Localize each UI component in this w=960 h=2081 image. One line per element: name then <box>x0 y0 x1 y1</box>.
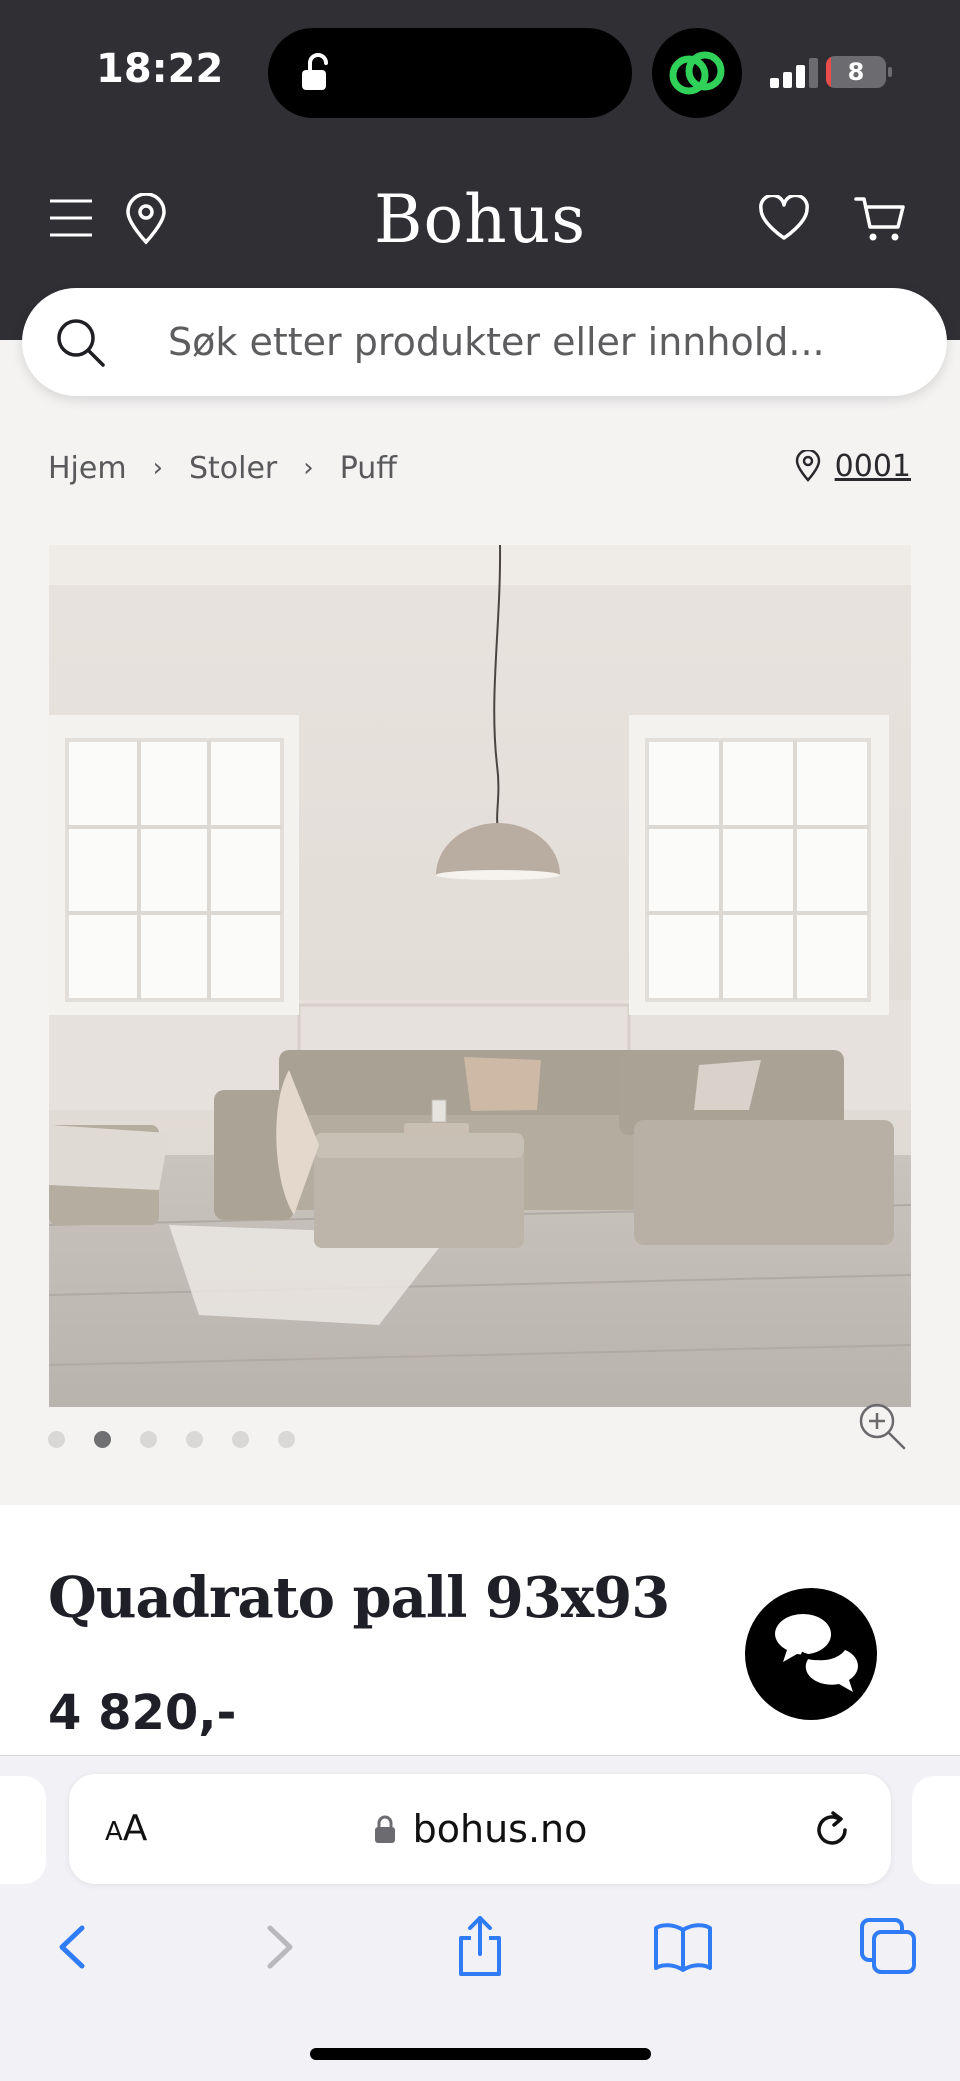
address-bar[interactable]: AA bohus.no <box>69 1774 891 1884</box>
store-selector[interactable]: 0001 <box>795 446 911 486</box>
breadcrumb-home[interactable]: Hjem <box>48 451 127 486</box>
link-rings-icon <box>669 51 725 95</box>
gallery-dot[interactable] <box>186 1431 203 1448</box>
search-input[interactable] <box>168 288 908 396</box>
reload-icon[interactable] <box>811 1808 853 1850</box>
unlock-icon <box>302 53 328 90</box>
search-bar[interactable] <box>22 288 947 396</box>
url-display[interactable]: bohus.no <box>69 1774 891 1884</box>
store-number[interactable]: 0001 <box>835 449 911 484</box>
gallery-pagination[interactable] <box>48 1431 324 1448</box>
living-room-photo <box>49 545 911 1407</box>
chat-bubbles-icon <box>775 1614 858 1692</box>
cart-icon[interactable] <box>854 195 906 243</box>
breadcrumb-chairs[interactable]: Stoler <box>189 451 277 486</box>
bookmarks-icon[interactable] <box>652 1916 714 1978</box>
breadcrumb-separator: › <box>152 453 163 483</box>
battery-tip <box>888 67 892 77</box>
breadcrumb-separator: › <box>303 453 314 483</box>
share-icon[interactable] <box>449 1916 511 1978</box>
status-bar: 18:22 8 <box>0 0 960 145</box>
previous-tab-preview[interactable] <box>0 1776 46 1884</box>
gallery-dot[interactable] <box>48 1431 65 1448</box>
breadcrumb: Hjem › Stoler › Puff <box>48 448 397 488</box>
next-tab-preview[interactable] <box>912 1776 960 1884</box>
battery-indicator: 8 <box>826 56 892 88</box>
back-icon[interactable] <box>42 1916 104 1978</box>
breadcrumb-pouf[interactable]: Puff <box>340 451 397 486</box>
forward-icon[interactable] <box>248 1916 310 1978</box>
chat-button[interactable] <box>745 1588 877 1720</box>
product-price: 4 820,- <box>48 1685 237 1741</box>
zoom-in-icon[interactable] <box>856 1400 908 1452</box>
url-text: bohus.no <box>412 1807 588 1851</box>
browser-toolbar: AA bohus.no <box>0 1755 960 2081</box>
battery-level: 8 <box>847 58 865 86</box>
home-indicator <box>310 2048 651 2060</box>
clock: 18:22 <box>96 46 224 92</box>
product-title: Quadrato pall 93x93 <box>48 1565 670 1631</box>
bohus-logo[interactable]: Bohus <box>0 181 960 258</box>
padlock-icon <box>374 1815 395 1843</box>
extension-status-indicator <box>652 28 742 118</box>
location-pin-icon <box>795 450 820 482</box>
gallery-dot[interactable] <box>94 1431 111 1448</box>
gallery-dot[interactable] <box>140 1431 157 1448</box>
cellular-signal-icon <box>770 58 818 88</box>
gallery-dot[interactable] <box>232 1431 249 1448</box>
dynamic-island <box>268 28 632 118</box>
search-icon[interactable] <box>52 314 108 370</box>
heart-icon[interactable] <box>758 195 810 241</box>
tabs-icon[interactable] <box>858 1916 920 1978</box>
browser-nav-bar <box>0 1906 960 1996</box>
product-image[interactable] <box>49 545 911 1407</box>
battery-body: 8 <box>826 56 886 88</box>
gallery-dot[interactable] <box>278 1431 295 1448</box>
